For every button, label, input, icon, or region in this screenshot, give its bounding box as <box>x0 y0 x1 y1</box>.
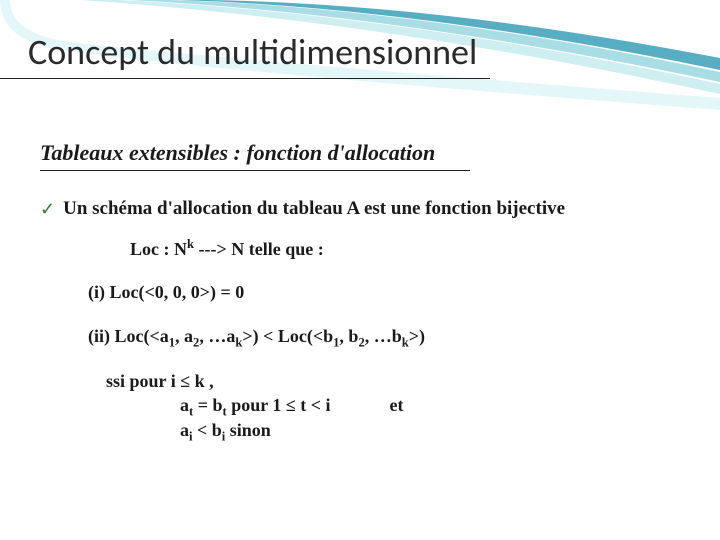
condition-ii-line1: (ii) Loc(<a1, a2, …ak>) < Loc(<b1, b2, …… <box>88 326 680 348</box>
check-icon: ✓ <box>40 197 55 221</box>
subtitle-underline <box>40 170 470 171</box>
slide-title: Concept du multidimensionnel <box>28 30 477 74</box>
condition-ii-line3: at = bt pour 1 ≤ t < i et <box>180 393 680 417</box>
bullet-text: Un schéma d'allocation du tableau A est … <box>63 197 565 221</box>
slide-body: Tableaux extensibles : fonction d'alloca… <box>40 140 680 442</box>
condition-i: (i) Loc(<0, 0, 0>) = 0 <box>88 282 680 304</box>
title-underline <box>0 78 490 79</box>
condition-ii-line4: ai < bi sinon <box>180 418 680 442</box>
loc-definition: Loc : Nk ---> N telle que : <box>130 239 680 260</box>
slide-subtitle: Tableaux extensibles : fonction d'alloca… <box>40 140 680 166</box>
bullet-item: ✓ Un schéma d'allocation du tableau A es… <box>40 197 680 221</box>
condition-ii-line2: ssi pour i ≤ k , <box>106 369 680 393</box>
